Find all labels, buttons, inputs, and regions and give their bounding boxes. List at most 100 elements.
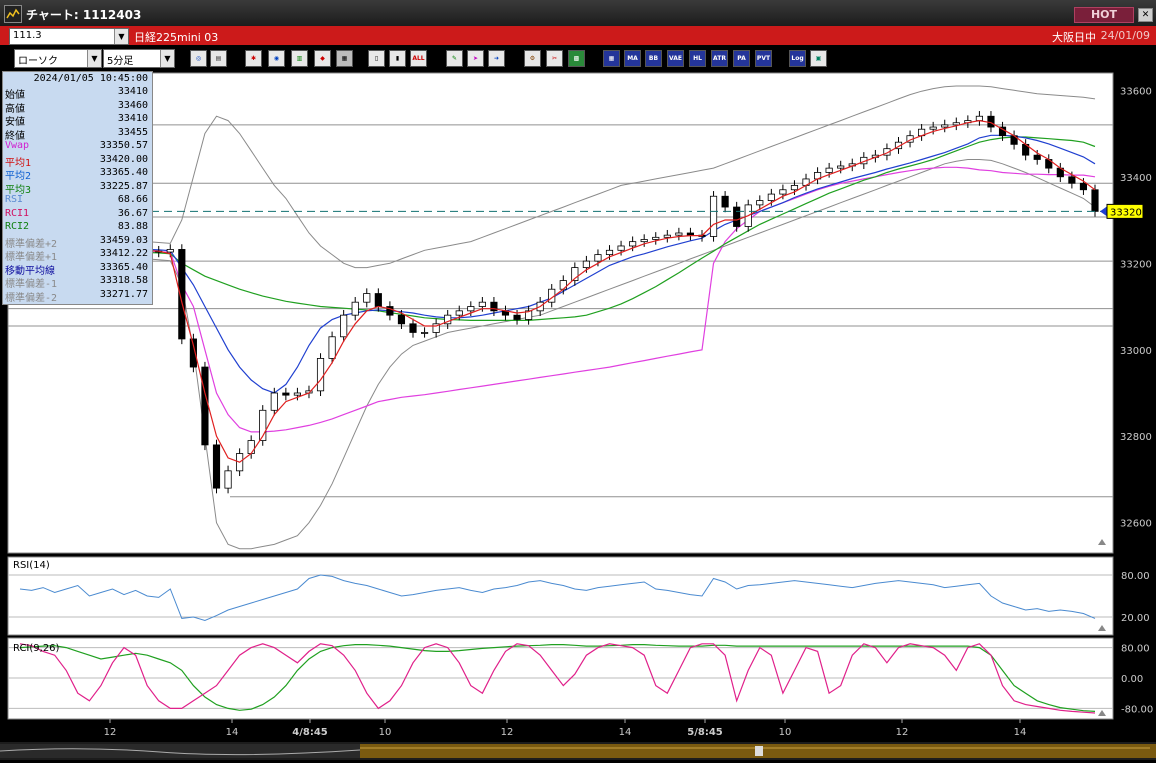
chart-type-value: ローソク [18,56,58,67]
info-row: 移動平均線 33365.40 [3,262,150,277]
grid-icon[interactable]: ▦ [603,50,620,67]
rsi-tick-label: 20.00 [1121,613,1150,624]
instrument-name: 日経225mini 03 [134,31,219,44]
info-value: 36.67 [117,207,148,219]
chevron-down-icon[interactable]: ▼ [114,29,128,44]
candle-body [837,165,845,169]
candle-body [825,167,833,173]
info-row: 高値 33460 [3,99,150,115]
arrow-icon[interactable]: ➜ [488,50,505,67]
candle-body [328,336,336,359]
gear-icon[interactable]: ⚙ [524,50,541,67]
market-session: 大阪日中 [1052,31,1096,44]
vae-button[interactable]: VAE [667,50,684,67]
rci-label: RCI(9,26) [13,643,60,654]
info-value: 33350.57 [99,140,148,151]
info-row: 平均2 33365.40 [3,167,150,182]
info-value: 33455 [117,126,148,138]
candle-body [374,293,382,307]
candle-body [1091,189,1099,212]
candle-body [987,115,995,128]
alert-icon[interactable]: ✱ [245,50,262,67]
all-icon[interactable]: ALL [410,50,427,67]
chevron-down-icon[interactable]: ▼ [87,50,101,67]
horizontal-scrollbar[interactable] [0,742,1156,760]
bar-chart-icon[interactable]: ▥ [291,50,308,67]
wrench-icon[interactable]: ✂ [546,50,563,67]
split-icon[interactable]: ◆ [314,50,331,67]
candle-body [397,314,406,325]
candle-body [467,306,475,312]
candle-body [201,366,209,446]
x-tick-label: 12 [896,727,909,738]
timeframe-value: 5分足 [107,56,134,67]
x-tick-label: 14 [1014,727,1027,738]
candle-body [316,358,325,392]
close-icon[interactable]: ✕ [1138,8,1153,22]
pa-button[interactable]: PA [733,50,750,67]
atr-button[interactable]: ATR [711,50,728,67]
info-value: 33410 [117,86,148,97]
info-value: 33459.03 [99,234,148,246]
candle-body [212,444,221,489]
info-row: 標準偏差-2 33271.77 [3,289,150,304]
hl-button[interactable]: HL [689,50,706,67]
rsi-pane [7,556,1114,636]
candle-wide-icon[interactable]: ▮ [389,50,406,67]
layout-icon[interactable]: ▤ [210,50,227,67]
candle-body [941,124,949,128]
palette-icon[interactable]: ▩ [568,50,585,67]
info-row: RSI 68.66 [3,194,150,207]
code-combobox[interactable]: 111.3 ▼ [9,28,129,45]
info-row: 始値 33410 [3,86,150,101]
search-icon[interactable]: ◉ [268,50,285,67]
log-button[interactable]: Log [789,50,806,67]
price-tick-label: 33400 [1120,173,1152,184]
chevron-down-icon[interactable]: ▼ [160,50,174,67]
timeframe-select[interactable]: 5分足 ▼ [103,49,175,68]
info-row: 平均3 33225.87 [3,180,150,196]
bb-button[interactable]: BB [645,50,662,67]
price-chart[interactable]: 33600 33400 33200 33000 32800 32600 33320 80.00… [0,71,1156,743]
rci-tick-label: 80.00 [1121,644,1150,655]
candle-narrow-icon[interactable]: ▯ [368,50,385,67]
window-title: チャート: 1112403 [26,8,142,22]
x-tick-label: 10 [779,727,792,738]
pen-icon[interactable]: ✎ [446,50,463,67]
pvt-button[interactable]: PVT [755,50,772,67]
info-row: 安値 33410 [3,113,150,128]
code-value: 111.3 [13,30,42,41]
export-icon[interactable]: ▣ [810,50,827,67]
candle-body [686,232,695,236]
candle-body [478,301,486,307]
info-value: 83.88 [117,221,148,232]
cursor-icon[interactable]: ➤ [467,50,484,67]
chart-type-select[interactable]: ローソク ▼ [14,49,102,68]
chart-area[interactable]: 33600 33400 33200 33000 32800 32600 33320 80.00… [0,71,1156,761]
candle-body [270,392,278,411]
x-tick-label: 10 [379,727,392,738]
candle-body [282,392,290,396]
info-row: 標準偏差+1 33412.22 [3,248,150,263]
hot-badge[interactable]: HOT [1074,7,1134,23]
info-label: Vwap [5,140,30,151]
price-tick-label: 32800 [1120,432,1152,443]
candle-body [409,323,417,333]
candle-body [582,260,590,268]
info-value: 33318.58 [99,275,148,286]
info-label: RSI [5,194,24,205]
info-row: 平均1 33420.00 [3,154,150,169]
info-value: 68.66 [117,194,148,205]
candle-body [709,195,718,237]
info-row: 終値 33455 [3,126,150,142]
zoom-icon[interactable]: ◎ [190,50,207,67]
price-tick-label: 33000 [1120,346,1152,357]
candle-body [166,249,174,253]
ma-button[interactable]: MA [624,50,641,67]
x-tick-label: 12 [104,727,117,738]
info-value: 33225.87 [99,180,148,192]
info-value: 33410 [117,113,148,124]
price-tick-label: 33600 [1120,86,1152,97]
info-value: 33460 [117,99,148,111]
candle-body [629,241,637,247]
